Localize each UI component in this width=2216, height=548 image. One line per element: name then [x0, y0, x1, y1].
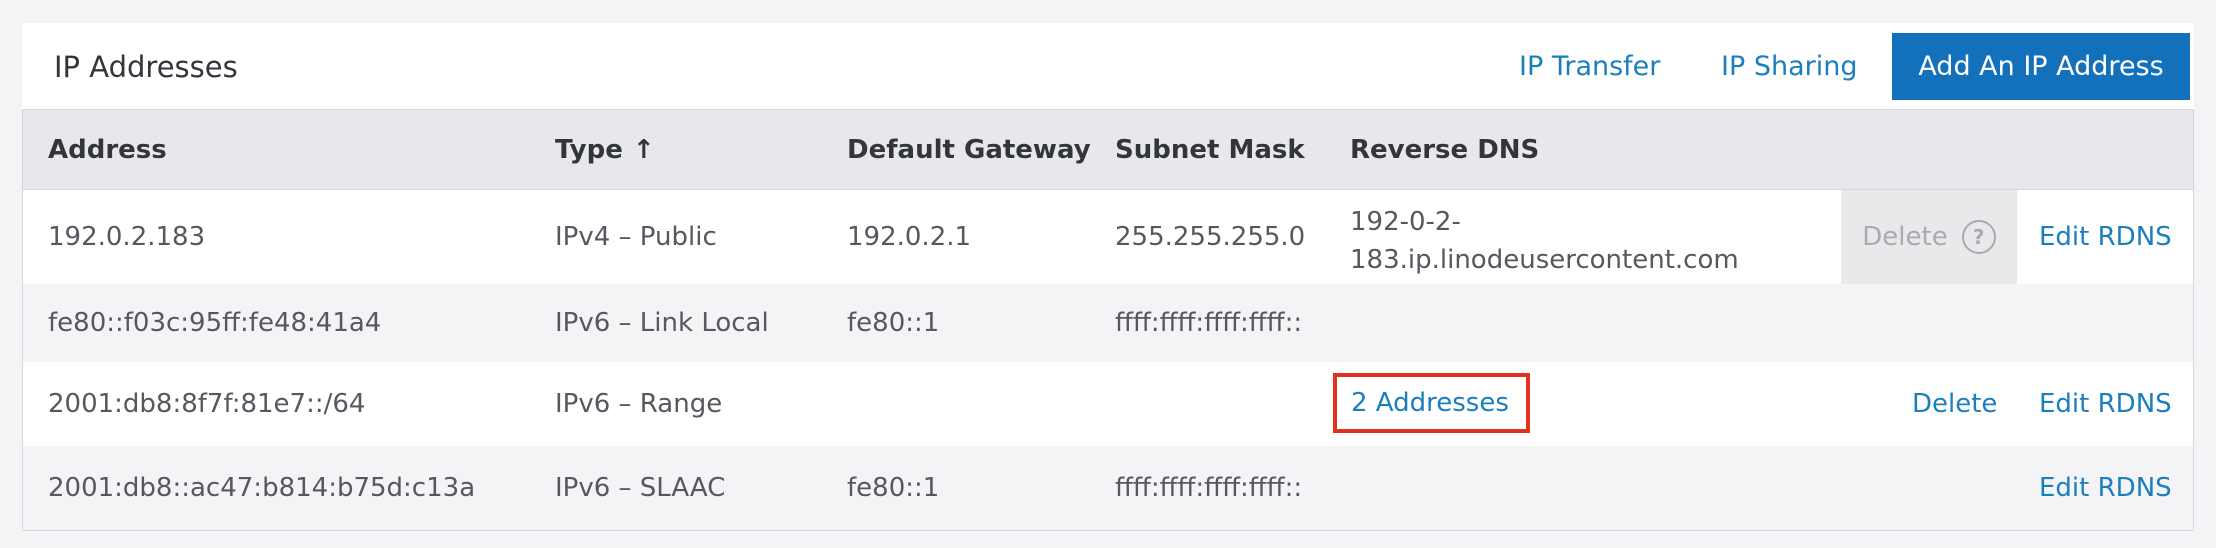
edit-rdns-link[interactable]: Edit RDNS [2039, 446, 2172, 530]
column-header-type[interactable]: Type ↑ [555, 110, 655, 191]
column-header-default-gateway: Default Gateway [847, 135, 1091, 165]
table-row: 2001:db8:8f7f:81e7::/64 IPv6 – Range 2 A… [23, 362, 2193, 446]
column-header-address: Address [48, 135, 167, 165]
table-header: Address Type ↑ Default Gateway Subnet Mas… [23, 109, 2193, 190]
panel-header: IP Addresses IP Transfer IP Sharing Add … [22, 23, 2194, 109]
type-cell: IPv6 – Range [555, 389, 723, 419]
column-header-reverse-dns: Reverse DNS [1350, 135, 1540, 165]
help-icon[interactable]: ? [1961, 220, 1996, 254]
page-title: IP Addresses [54, 50, 238, 84]
table-row: fe80::f03c:95ff:fe48:41a4 IPv6 – Link Lo… [23, 284, 2193, 362]
subnet-mask-cell: ffff:ffff:ffff:ffff:: [1115, 473, 1303, 503]
edit-rdns-link[interactable]: Edit RDNS [2039, 362, 2172, 446]
type-cell: IPv4 – Public [555, 222, 717, 252]
address-cell: fe80::f03c:95ff:fe48:41a4 [48, 308, 382, 338]
gateway-cell: fe80::1 [847, 308, 940, 338]
sort-ascending-icon: ↑ [632, 135, 655, 165]
view-addresses-link[interactable]: 2 Addresses [1333, 373, 1530, 433]
reverse-dns-line-2: 183.ip.linodeusercontent.com [1350, 245, 1739, 275]
column-header-type-label: Type [555, 135, 623, 165]
reverse-dns-cell: 192-0-2- 183.ip.linodeusercontent.com [1350, 190, 1739, 284]
ip-addresses-table: Address Type ↑ Default Gateway Subnet Mas… [22, 109, 2194, 531]
address-cell: 2001:db8::ac47:b814:b75d:c13a [48, 473, 476, 503]
gateway-cell: fe80::1 [847, 473, 940, 503]
delete-label: Delete [1862, 222, 1948, 252]
delete-button-disabled: Delete ? [1841, 190, 2017, 284]
ip-transfer-link[interactable]: IP Transfer [1519, 47, 1660, 87]
subnet-mask-cell: 255.255.255.0 [1115, 222, 1306, 252]
add-ip-address-button[interactable]: Add An IP Address [1892, 33, 2190, 100]
reverse-dns-line-1: 192-0-2- [1350, 207, 1461, 237]
gateway-cell: 192.0.2.1 [847, 222, 972, 252]
type-cell: IPv6 – SLAAC [555, 473, 726, 503]
address-cell: 2001:db8:8f7f:81e7::/64 [48, 389, 366, 419]
table-row: 2001:db8::ac47:b814:b75d:c13a IPv6 – SLA… [23, 446, 2193, 530]
delete-link[interactable]: Delete [1912, 362, 1997, 446]
address-cell: 192.0.2.183 [48, 222, 206, 252]
column-header-subnet-mask: Subnet Mask [1115, 135, 1305, 165]
table-row: 192.0.2.183 IPv4 – Public 192.0.2.1 255.… [23, 190, 2193, 284]
subnet-mask-cell: ffff:ffff:ffff:ffff:: [1115, 308, 1303, 338]
type-cell: IPv6 – Link Local [555, 308, 769, 338]
ip-addresses-panel: IP Addresses IP Transfer IP Sharing Add … [22, 23, 2194, 531]
ip-sharing-link[interactable]: IP Sharing [1721, 47, 1857, 87]
edit-rdns-link[interactable]: Edit RDNS [2039, 190, 2172, 284]
